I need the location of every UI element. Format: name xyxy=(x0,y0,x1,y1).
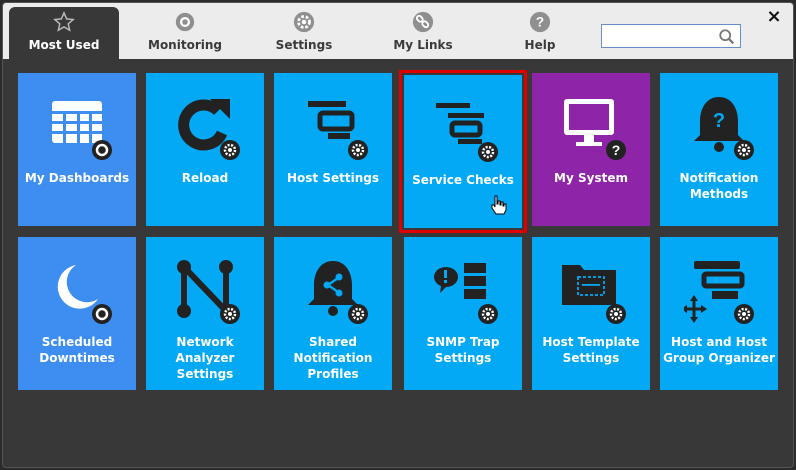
tile-label: Reload xyxy=(181,171,229,185)
tile-my-system[interactable]: ? My System xyxy=(532,73,650,226)
bell-question-icon: ? xyxy=(694,97,754,160)
tile-label: Host Settings xyxy=(287,171,379,185)
tile-label: My System xyxy=(554,171,628,185)
eye-icon xyxy=(175,12,195,32)
tile-network-analyzer-settings[interactable]: Network Analyzer Settings xyxy=(146,237,264,390)
tab-my-links[interactable]: My Links xyxy=(368,7,478,59)
network-icon xyxy=(177,260,240,324)
tab-label: Settings xyxy=(275,38,333,52)
search-box[interactable] xyxy=(601,24,741,48)
hand-cursor-icon xyxy=(491,195,507,215)
snmp-icon xyxy=(434,263,498,324)
star-icon xyxy=(53,11,75,32)
tab-label: Monitoring xyxy=(148,38,222,52)
tab-help[interactable]: ? Help xyxy=(485,7,595,59)
tile-label: Host Template Settings xyxy=(542,335,640,365)
gear-icon xyxy=(293,11,315,33)
reload-icon xyxy=(178,99,240,160)
tab-label: My Links xyxy=(393,38,453,52)
tile-label: Network Analyzer Settings xyxy=(175,335,235,381)
svg-text:?: ? xyxy=(612,142,621,158)
tab-monitoring[interactable]: Monitoring xyxy=(130,7,240,59)
tab-settings[interactable]: Settings xyxy=(249,7,359,59)
tile-label: SNMP Trap Settings xyxy=(426,335,500,365)
svg-text:?: ? xyxy=(536,15,544,30)
tab-label: Help xyxy=(524,38,556,52)
tile-label: My Dashboards xyxy=(24,171,130,185)
tile-label: Scheduled Downtimes xyxy=(39,335,115,365)
search-input[interactable] xyxy=(605,27,713,45)
help-icon: ? xyxy=(529,11,551,33)
tile-host-settings[interactable]: Host Settings xyxy=(274,73,392,226)
most-used-dialog: Most Used Monitoring Settings My Links ?… xyxy=(2,2,794,468)
tile-label: Shared Notification Profiles xyxy=(293,335,373,381)
tile-reload[interactable]: Reload xyxy=(146,73,264,226)
tile-label: Notification Methods xyxy=(679,171,759,201)
tab-bar: Most Used Monitoring Settings My Links ?… xyxy=(3,3,793,59)
tile-notification-methods[interactable]: ? Notification Methods xyxy=(660,73,778,226)
tile-label: Host and Host Group Organizer xyxy=(663,335,775,365)
tile-shared-notification-profiles[interactable]: Shared Notification Profiles xyxy=(274,237,392,390)
svg-text:?: ? xyxy=(713,110,725,132)
dashboard-grid-icon xyxy=(52,101,112,160)
monitor-icon: ? xyxy=(564,99,626,160)
tile-snmp-trap-settings[interactable]: SNMP Trap Settings xyxy=(404,237,522,390)
organizer-icon xyxy=(684,261,754,324)
folder-template-icon xyxy=(562,265,626,324)
search-icon[interactable] xyxy=(718,28,736,46)
tile-my-dashboards[interactable]: My Dashboards xyxy=(18,73,136,226)
moon-icon xyxy=(57,265,112,324)
tile-scheduled-downtimes[interactable]: Scheduled Downtimes xyxy=(18,237,136,390)
tab-most-used[interactable]: Most Used xyxy=(9,7,119,59)
tile-host-group-organizer[interactable]: Host and Host Group Organizer xyxy=(660,237,778,390)
tab-label: Most Used xyxy=(28,38,100,52)
tile-host-template-settings[interactable]: Host Template Settings xyxy=(532,237,650,390)
link-icon xyxy=(412,11,434,33)
close-button[interactable]: × xyxy=(766,8,782,26)
host-settings-icon xyxy=(308,101,368,160)
bell-share-icon xyxy=(308,261,368,324)
